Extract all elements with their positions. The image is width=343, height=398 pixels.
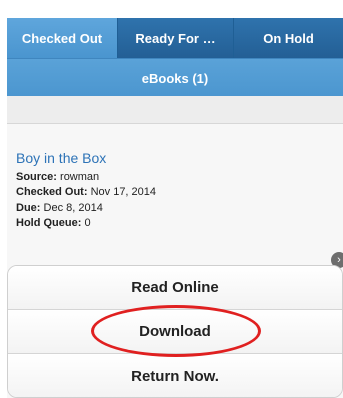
due-value: Dec 8, 2014 [43, 202, 103, 214]
checked-out-value: Nov 17, 2014 [90, 186, 157, 198]
read-online-button[interactable]: Read Online [8, 266, 342, 310]
return-now-button[interactable]: Return Now. [8, 354, 342, 397]
checked-out-line: Checked Out: Nov 17, 2014 [16, 186, 156, 198]
tab-ready-for[interactable]: Ready For … [118, 18, 234, 58]
tab-bar: Checked Out Ready For … On Hold [7, 18, 343, 58]
hold-queue-label: Hold Queue: [16, 217, 82, 229]
book-title-link[interactable]: Boy in the Box [16, 150, 106, 166]
section-spacer [7, 96, 343, 124]
due-label: Due: [16, 202, 41, 214]
hold-queue-line: Hold Queue: 0 [16, 217, 91, 229]
tab-on-hold[interactable]: On Hold [234, 18, 343, 58]
action-sheet: Read Online Download Return Now. [7, 265, 343, 398]
download-button[interactable]: Download [8, 310, 342, 354]
tab-checked-out[interactable]: Checked Out [7, 18, 118, 58]
hold-queue-value: 0 [84, 217, 91, 229]
source-label: Source: [16, 171, 57, 183]
due-line: Due: Dec 8, 2014 [16, 202, 103, 214]
source-value: rowman [60, 171, 100, 183]
source-line: Source: rowman [16, 171, 99, 183]
top-strip [0, 0, 343, 18]
subtab-ebooks[interactable]: eBooks (1) [142, 71, 208, 86]
subtab-bar: eBooks (1) [7, 58, 343, 97]
checked-out-label: Checked Out: [16, 186, 88, 198]
